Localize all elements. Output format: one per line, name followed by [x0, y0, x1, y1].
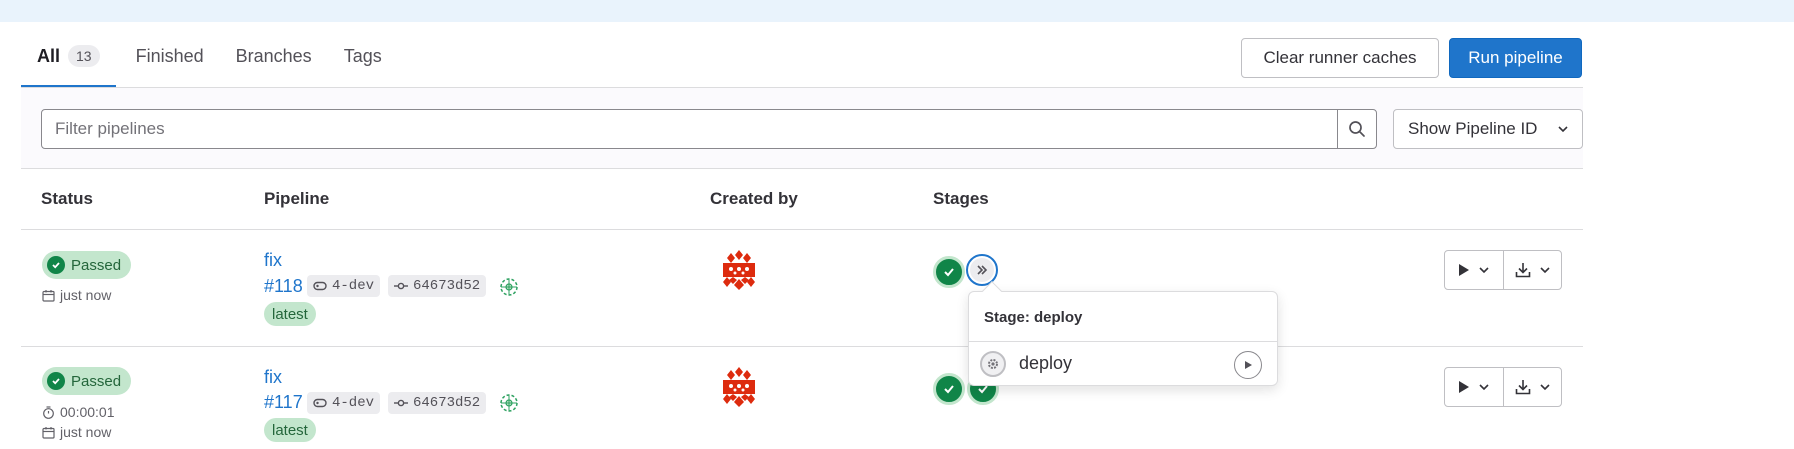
filter-pipelines-input[interactable]: [41, 109, 1338, 149]
tab-all[interactable]: All 13: [21, 38, 116, 88]
tab-branches[interactable]: Branches: [220, 38, 328, 88]
tab-all-label: All: [37, 46, 61, 66]
commit-avatar-icon: [500, 278, 518, 296]
column-header-created-by: Created by: [710, 189, 798, 208]
check-circle-icon: [47, 256, 65, 274]
commit-sha-chip[interactable]: 64673d52: [388, 392, 487, 414]
timer-icon: [43, 405, 54, 419]
column-header-pipeline: Pipeline: [264, 189, 330, 208]
ref-name: 4-dev: [332, 278, 375, 294]
play-icon: [1459, 264, 1469, 276]
status-label: Passed: [71, 372, 122, 390]
pipeline-id-link[interactable]: #117: [264, 392, 303, 413]
stage-passed-icon[interactable]: [933, 373, 965, 405]
status-badge[interactable]: Passed: [42, 367, 132, 395]
tab-tags[interactable]: Tags: [328, 38, 398, 88]
finished-time: just now: [42, 287, 111, 303]
run-manual-job-dropdown[interactable]: [1445, 368, 1503, 406]
show-pipeline-id-dropdown[interactable]: Show Pipeline ID: [1393, 109, 1583, 149]
tab-branches-label: Branches: [235, 46, 312, 66]
duration: 00:00:01: [42, 404, 115, 420]
tab-tags-label: Tags: [343, 46, 382, 66]
show-pipeline-id-label: Show Pipeline ID: [1408, 119, 1538, 138]
row-divider: [21, 346, 1583, 347]
ref-name: 4-dev: [332, 395, 375, 411]
latest-badge: latest: [264, 418, 316, 442]
calendar-icon: [42, 426, 55, 439]
commit-title-link[interactable]: fix: [264, 367, 282, 388]
chevron-down-icon: [1539, 267, 1550, 274]
gear-icon: [980, 351, 1006, 377]
row-actions: [1444, 367, 1562, 407]
identicon-icon: [718, 249, 760, 291]
download-icon: [1515, 380, 1530, 395]
search-button[interactable]: [1337, 109, 1377, 149]
commit-icon: [394, 282, 408, 290]
play-icon: [1245, 361, 1252, 369]
branch-icon: [313, 398, 327, 408]
header-divider: [21, 229, 1583, 230]
play-job-button[interactable]: [1234, 351, 1262, 379]
tab-finished-label: Finished: [135, 46, 204, 66]
download-artifacts-dropdown[interactable]: [1503, 251, 1561, 289]
ref-chip[interactable]: 4-dev: [307, 392, 381, 414]
column-header-status: Status: [41, 189, 93, 208]
status-label: Passed: [71, 256, 122, 274]
filter-bar: Show Pipeline ID: [21, 88, 1583, 169]
chevron-down-icon: [1558, 126, 1568, 133]
finished-time: just now: [42, 424, 111, 440]
status-badge[interactable]: Passed: [42, 251, 132, 279]
latest-badge: latest: [264, 302, 316, 326]
commit-avatar-icon: [500, 394, 518, 412]
skipped-icon: [970, 258, 994, 282]
stage-deploy-button[interactable]: [966, 254, 998, 286]
finished-time-text: just now: [60, 287, 112, 303]
chevron-down-icon: [1479, 384, 1489, 391]
commit-sha-chip[interactable]: 64673d52: [388, 275, 487, 297]
finished-time-text: just now: [60, 424, 112, 440]
commit-title-link[interactable]: fix: [264, 250, 282, 271]
chevron-down-icon: [1479, 267, 1489, 274]
ref-chip[interactable]: 4-dev: [307, 275, 381, 297]
commit-sha: 64673d52: [413, 395, 481, 411]
pipeline-id-link[interactable]: #118: [264, 276, 303, 297]
user-avatar[interactable]: [718, 249, 760, 291]
stage-popover: Stage: deploy deploy: [968, 281, 1278, 386]
user-avatar[interactable]: [718, 366, 760, 408]
play-icon: [1459, 381, 1469, 393]
run-manual-job-dropdown[interactable]: [1445, 251, 1503, 289]
pipeline-tabs: All 13 Finished Branches Tags: [21, 38, 398, 88]
search-icon: [1349, 121, 1365, 137]
download-artifacts-dropdown[interactable]: [1503, 368, 1561, 406]
job-name: deploy: [1019, 353, 1073, 373]
tab-all-count: 13: [68, 45, 100, 67]
clear-runner-caches-button[interactable]: Clear runner caches: [1241, 38, 1439, 78]
check-circle-icon: [47, 372, 65, 390]
identicon-icon: [718, 366, 760, 408]
branch-icon: [313, 281, 327, 291]
row-actions: [1444, 250, 1562, 290]
commit-sha: 64673d52: [413, 278, 481, 294]
top-banner: [0, 0, 1794, 22]
commit-icon: [394, 399, 408, 407]
calendar-icon: [42, 289, 55, 302]
column-header-stages: Stages: [933, 189, 989, 208]
job-item-deploy[interactable]: deploy: [969, 342, 1277, 386]
tab-finished[interactable]: Finished: [116, 38, 220, 88]
popover-title: Stage: deploy: [984, 309, 1083, 326]
download-icon: [1515, 263, 1530, 278]
run-pipeline-button[interactable]: Run pipeline: [1449, 38, 1582, 78]
stage-passed-icon[interactable]: [933, 256, 965, 288]
duration-text: 00:00:01: [60, 404, 115, 420]
chevron-down-icon: [1539, 384, 1550, 391]
